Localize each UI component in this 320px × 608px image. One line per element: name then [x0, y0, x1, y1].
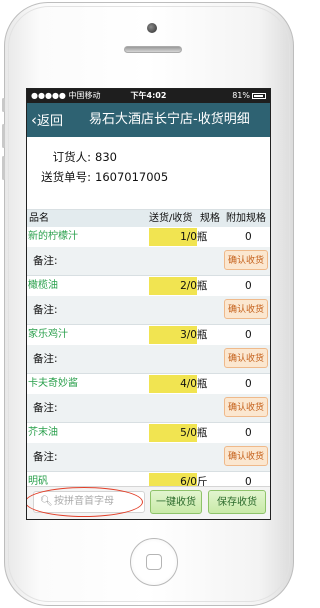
one-click-receive-button[interactable]: 一键收货	[150, 490, 202, 514]
battery-percent: 81%	[232, 91, 250, 100]
volume-down-button	[2, 156, 5, 180]
buyer-row: 订货人: 830	[27, 147, 270, 167]
note-label: 备注:	[33, 304, 58, 316]
header-extra: 附加规格	[226, 213, 266, 224]
battery-status: 81%	[232, 89, 266, 103]
goods-extra-spec: 0	[245, 378, 252, 390]
note-label: 备注:	[33, 451, 58, 463]
note-row: 备注: 确认收货	[27, 394, 270, 423]
goods-name[interactable]: 橄榄油	[28, 276, 58, 296]
home-button[interactable]	[130, 538, 178, 586]
confirm-receipt-button[interactable]: 确认收货	[224, 299, 268, 319]
note-label: 备注:	[33, 353, 58, 365]
goods-qty[interactable]: 2/0	[149, 276, 197, 296]
goods-extra-spec: 0	[245, 427, 252, 439]
volume-up-button	[2, 124, 5, 148]
earpiece-speaker	[124, 46, 182, 53]
goods-qty[interactable]: 1/0	[149, 227, 197, 247]
note-row: 备注: 确认收货	[27, 247, 270, 276]
goods-name[interactable]: 新的柠檬汁	[28, 227, 78, 247]
back-button[interactable]: ‹返回	[31, 103, 63, 137]
delivery-number-label: 送货单号:	[41, 170, 91, 184]
goods-unit: 瓶	[197, 280, 208, 292]
buyer-label: 订货人:	[52, 150, 91, 164]
goods-qty[interactable]: 5/0	[149, 423, 197, 443]
goods-name[interactable]: 芥末油	[28, 423, 58, 443]
delivery-number-row: 送货单号: 1607017005	[27, 167, 270, 187]
goods-row: 新的柠檬汁 1/0 瓶 0	[27, 227, 270, 247]
goods-name[interactable]: 卡夫奇妙酱	[28, 374, 78, 394]
order-info: 订货人: 830 送货单号: 1607017005	[27, 137, 270, 197]
home-square-icon	[146, 554, 162, 570]
highlight-annotation-oval	[27, 487, 143, 517]
goods-unit: 瓶	[197, 329, 208, 341]
goods-row: 芥末油 5/0 瓶 0	[27, 423, 270, 443]
confirm-receipt-button[interactable]: 确认收货	[224, 348, 268, 368]
table-header: 品名 送货/收货 规格 附加规格	[27, 210, 270, 227]
goods-row: 家乐鸡汁 3/0 瓶 0	[27, 325, 270, 345]
goods-list: 新的柠檬汁 1/0 瓶 0 备注: 确认收货 橄榄油 2/0 瓶 0 备注: 确认收货 家乐鸡汁 3/0 瓶…	[27, 227, 270, 519]
page-title: 易石大酒店长宁店-收货明细	[89, 112, 250, 127]
note-label: 备注:	[33, 255, 58, 267]
nav-bar: ‹返回 易石大酒店长宁店-收货明细	[27, 103, 270, 137]
goods-row: 卡夫奇妙酱 4/0 瓶 0	[27, 374, 270, 394]
status-bar: ●●●●● 中国移动 下午4:02 81%	[27, 89, 270, 103]
save-receipt-button[interactable]: 保存收货	[208, 490, 266, 514]
goods-qty[interactable]: 4/0	[149, 374, 197, 394]
header-name: 品名	[29, 213, 49, 224]
goods-extra-spec: 0	[245, 231, 252, 243]
goods-extra-spec: 0	[245, 280, 252, 292]
mute-switch	[2, 98, 5, 112]
confirm-receipt-button[interactable]: 确认收货	[224, 397, 268, 417]
bottom-toolbar: 🔍︎ 按拼音首字母 一键收货 保存收货	[27, 486, 270, 519]
header-unit: 规格	[200, 213, 220, 224]
note-label: 备注:	[33, 402, 58, 414]
goods-qty[interactable]: 3/0	[149, 325, 197, 345]
confirm-receipt-button[interactable]: 确认收货	[224, 446, 268, 466]
goods-name[interactable]: 家乐鸡汁	[28, 325, 68, 345]
goods-unit: 瓶	[197, 427, 208, 439]
goods-unit: 瓶	[197, 378, 208, 390]
header-qty: 送货/收货	[149, 213, 193, 224]
section-divider	[27, 197, 270, 210]
goods-row: 橄榄油 2/0 瓶 0	[27, 276, 270, 296]
front-camera	[147, 23, 157, 33]
note-row: 备注: 确认收货	[27, 345, 270, 374]
battery-icon	[252, 92, 266, 99]
note-row: 备注: 确认收货	[27, 296, 270, 325]
confirm-receipt-button[interactable]: 确认收货	[224, 250, 268, 270]
note-row: 备注: 确认收货	[27, 443, 270, 472]
buyer-value: 830	[95, 150, 117, 164]
goods-extra-spec: 0	[245, 329, 252, 341]
goods-unit: 瓶	[197, 231, 208, 243]
back-label: 返回	[37, 114, 64, 129]
delivery-number-value: 1607017005	[95, 170, 169, 184]
phone-screen: ●●●●● 中国移动 下午4:02 81% ‹返回 易石大酒店长宁店-收货明细 …	[26, 88, 271, 520]
